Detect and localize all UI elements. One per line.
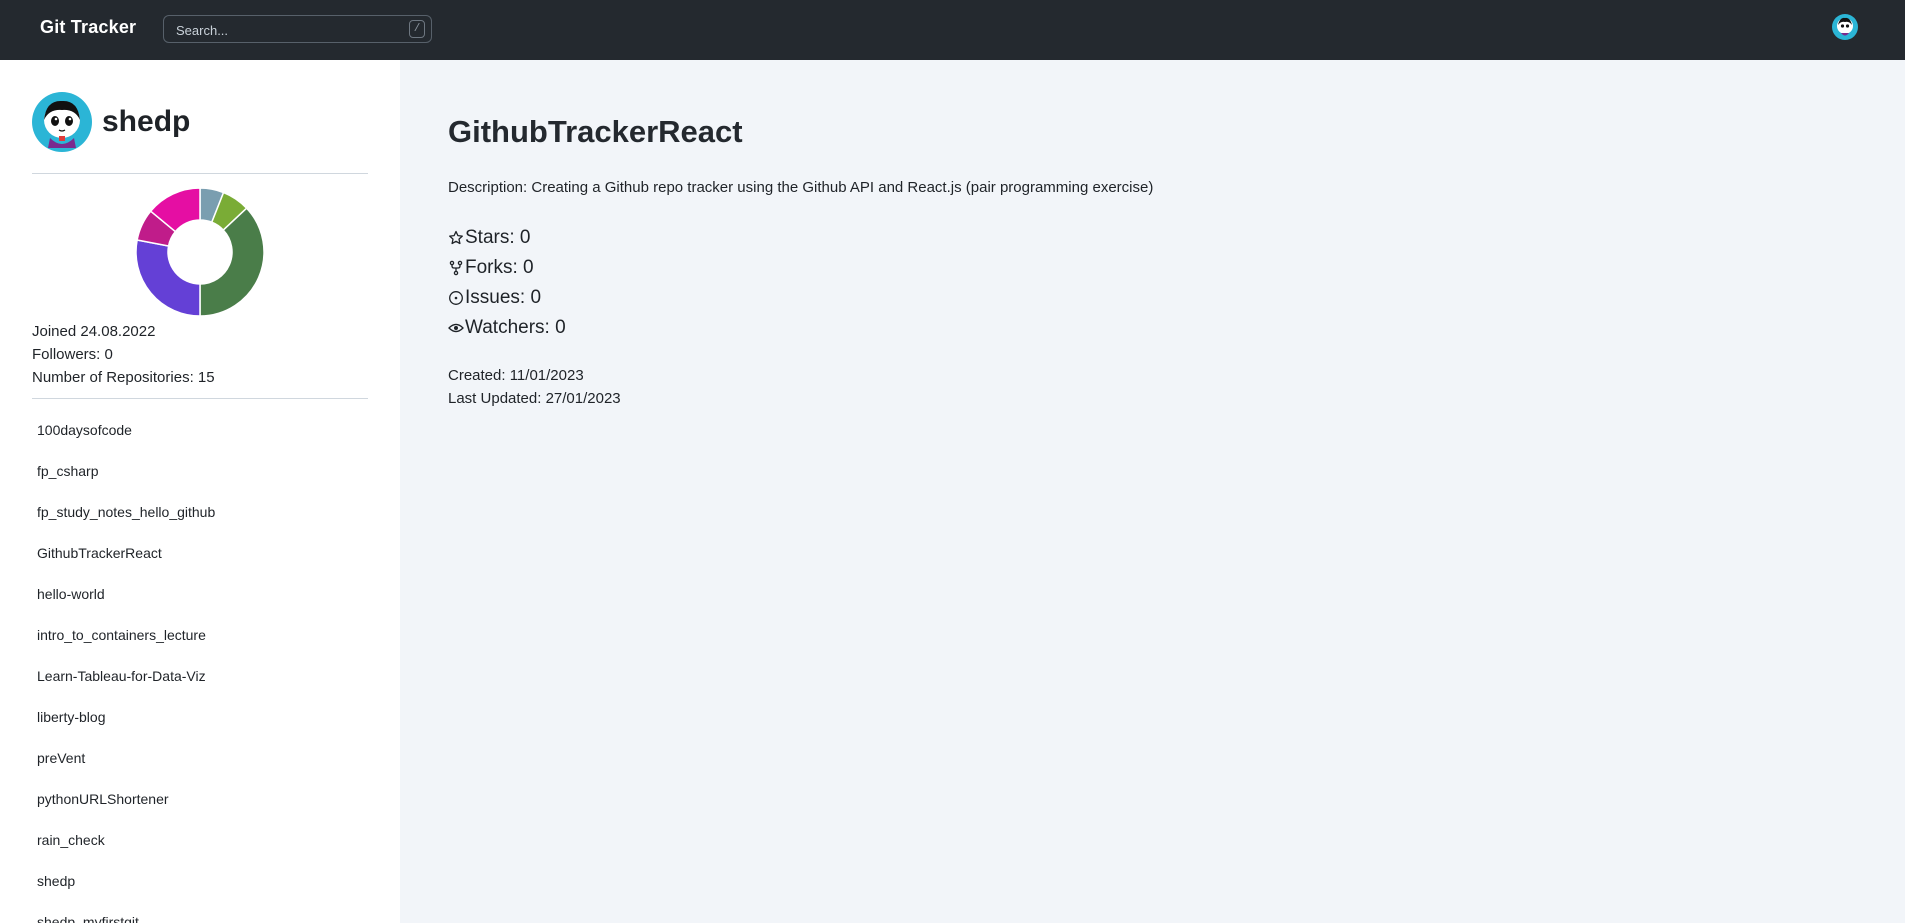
- repo-list-item[interactable]: shedp: [32, 861, 368, 902]
- joined-date: Joined 24.08.2022: [32, 323, 156, 340]
- brand-logo-text[interactable]: Git Tracker: [40, 17, 136, 38]
- stars-row: Stars: 0: [448, 223, 566, 253]
- profile-header: shedp: [32, 92, 190, 152]
- followers-count: Followers: 0: [32, 346, 113, 363]
- profile-avatar: [32, 92, 92, 152]
- repo-list-item[interactable]: liberty-blog: [32, 697, 368, 738]
- watchers-row: Watchers: 0: [448, 313, 566, 343]
- repo-title: GithubTrackerReact: [448, 114, 743, 149]
- forks-row: Forks: 0: [448, 253, 566, 283]
- repo-list-item[interactable]: fp_csharp: [32, 451, 368, 492]
- repo-list-item[interactable]: shedp_myfirstgit: [32, 902, 368, 923]
- issue-icon: [449, 291, 463, 305]
- stars-count: Stars: 0: [465, 227, 531, 248]
- profile-divider: [32, 173, 368, 174]
- donut-slice[interactable]: [199, 207, 264, 316]
- top-navbar: Git Tracker /: [0, 0, 1905, 60]
- watchers-count: Watchers: 0: [465, 317, 566, 338]
- star-icon: [449, 230, 463, 245]
- repo-list-item[interactable]: pythonURLShortener: [32, 779, 368, 820]
- repo-list-item[interactable]: intro_to_containers_lecture: [32, 615, 368, 656]
- repo-list-item[interactable]: Learn-Tableau-for-Data-Viz: [32, 656, 368, 697]
- language-donut-chart: [136, 188, 264, 316]
- issues-count: Issues: 0: [465, 287, 542, 308]
- eye-icon: [448, 323, 464, 333]
- stats-divider: [32, 398, 368, 399]
- issues-row: Issues: 0: [448, 283, 566, 313]
- repo-counts: Stars: 0 Forks: 0 Issues: 0 Watchers: 0: [448, 223, 566, 343]
- sidebar: shedp Joined 24.08.2022 Followers: 0 Num…: [0, 60, 400, 923]
- search-input[interactable]: [174, 20, 398, 40]
- repo-description: Description: Creating a Github repo trac…: [448, 179, 1154, 196]
- created-date: Created: 11/01/2023: [448, 367, 584, 384]
- donut-slice[interactable]: [136, 239, 201, 316]
- profile-stats: Joined 24.08.2022 Followers: 0 Number of…: [32, 320, 215, 389]
- repo-list-item[interactable]: preVent: [32, 738, 368, 779]
- repo-dates: Created: 11/01/2023 Last Updated: 27/01/…: [448, 364, 621, 410]
- search-shortcut-key: /: [409, 20, 425, 38]
- repo-list-item[interactable]: 100daysofcode: [32, 410, 368, 451]
- repo-detail-panel: GithubTrackerReact Description: Creating…: [400, 60, 1905, 923]
- last-updated-date: Last Updated: 27/01/2023: [448, 390, 621, 407]
- forks-count: Forks: 0: [465, 257, 534, 278]
- search-box[interactable]: /: [163, 15, 432, 43]
- repo-list-item[interactable]: GithubTrackerReact: [32, 533, 368, 574]
- user-avatar-icon[interactable]: [1832, 14, 1858, 40]
- repository-count: Number of Repositories: 15: [32, 369, 215, 386]
- repo-list-item[interactable]: hello-world: [32, 574, 368, 615]
- repository-list: 100daysofcode fp_csharp fp_study_notes_h…: [32, 410, 368, 923]
- repo-list-item[interactable]: fp_study_notes_hello_github: [32, 492, 368, 533]
- profile-username: shedp: [102, 105, 191, 138]
- fork-icon: [449, 260, 463, 276]
- repo-list-item[interactable]: rain_check: [32, 820, 368, 861]
